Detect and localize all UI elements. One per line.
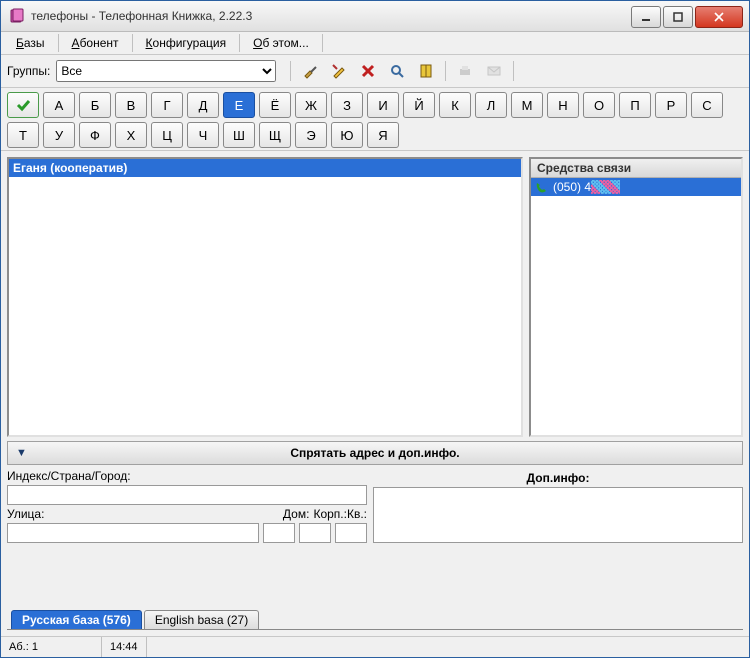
checkmark-button[interactable] (7, 92, 39, 118)
app-window: телефоны - Телефонная Книжка, 2.22.3 Баз… (0, 0, 750, 658)
phone-number: (050) 4 (553, 180, 591, 194)
close-button[interactable] (695, 6, 743, 28)
alpha-btn-М[interactable]: М (511, 92, 543, 118)
street-label: Улица: (7, 507, 279, 521)
alpha-btn-Е[interactable]: Е (223, 92, 255, 118)
korp-kv-label: Корп.:Кв.: (313, 507, 367, 521)
alpha-btn-Ш[interactable]: Ш (223, 122, 255, 148)
menu-bases[interactable]: Базы (7, 33, 54, 53)
alpha-btn-С[interactable]: С (691, 92, 723, 118)
index-label: Индекс/Страна/Город: (7, 469, 367, 483)
print-icon (453, 59, 477, 83)
toolbar-separator (513, 61, 514, 81)
alpha-btn-З[interactable]: З (331, 92, 363, 118)
menu-about[interactable]: Об этом... (244, 33, 318, 53)
contact-row[interactable]: (050) 4▓▓▓▓ (531, 178, 741, 196)
title-bar: телефоны - Телефонная Книжка, 2.22.3 (1, 1, 749, 32)
delete-icon[interactable] (356, 59, 380, 83)
groups-select[interactable]: Все (56, 60, 276, 82)
alpha-btn-П[interactable]: П (619, 92, 651, 118)
contact-header: Средства связи (531, 159, 741, 178)
extra-block: Доп.инфо: (373, 469, 743, 543)
alpha-btn-Ч[interactable]: Ч (187, 122, 219, 148)
menu-separator (322, 34, 323, 52)
alpha-btn-О[interactable]: О (583, 92, 615, 118)
toolbar-separator (445, 61, 446, 81)
alpha-btn-Х[interactable]: Х (115, 122, 147, 148)
menu-separator (132, 34, 133, 52)
alpha-btn-И[interactable]: И (367, 92, 399, 118)
index-input[interactable] (7, 485, 367, 505)
search-icon[interactable] (385, 59, 409, 83)
alpha-btn-Ё[interactable]: Ё (259, 92, 291, 118)
chevron-down-icon: ▼ (16, 447, 27, 459)
tab-russian-base[interactable]: Русская база (576) (11, 610, 142, 629)
app-icon (9, 8, 25, 24)
alpha-btn-Л[interactable]: Л (475, 92, 507, 118)
alpha-btn-У[interactable]: У (43, 122, 75, 148)
contact-pane: Средства связи (050) 4▓▓▓▓ (529, 157, 743, 437)
menu-config[interactable]: Конфигурация (137, 33, 236, 53)
korp-input[interactable] (299, 523, 331, 543)
status-bar: Аб.: 1 14:44 (1, 636, 749, 657)
maximize-button[interactable] (663, 6, 693, 28)
kv-input[interactable] (335, 523, 367, 543)
window-controls (629, 6, 743, 26)
abonent-name: Еганя (кооператив) (13, 161, 127, 175)
toolbar-separator (290, 61, 291, 81)
status-count: Аб.: 1 (1, 637, 102, 657)
phone-masked: ▓▓▓▓ (591, 180, 620, 194)
alpha-btn-Ю[interactable]: Ю (331, 122, 363, 148)
street-label-row: Улица: Дом: Корп.:Кв.: (7, 507, 367, 521)
alpha-btn-Г[interactable]: Г (151, 92, 183, 118)
list-row-selected[interactable]: Еганя (кооператив) (9, 159, 521, 177)
menu-separator (58, 34, 59, 52)
minimize-button[interactable] (631, 6, 661, 28)
alpha-btn-Р[interactable]: Р (655, 92, 687, 118)
envelope-icon (482, 59, 506, 83)
alpha-btn-А[interactable]: А (43, 92, 75, 118)
extra-textarea[interactable] (373, 487, 743, 543)
alpha-btn-Щ[interactable]: Щ (259, 122, 291, 148)
menu-bar: Базы Абонент Конфигурация Об этом... (1, 32, 749, 55)
extra-label: Доп.инфо: (373, 469, 743, 487)
book-icon[interactable] (414, 59, 438, 83)
house-input[interactable] (263, 523, 295, 543)
phone-icon (535, 181, 549, 193)
house-label: Дом: (283, 507, 310, 521)
base-tabs: Русская база (576) English basa (27) (7, 607, 743, 630)
toggle-address-bar[interactable]: ▼ Спрятать адрес и доп.инфо. (7, 441, 743, 465)
address-block: Индекс/Страна/Город: Улица: Дом: Корп.:К… (7, 469, 367, 543)
panes: Еганя (кооператив) Средства связи (050) … (7, 157, 743, 437)
alpha-btn-Н[interactable]: Н (547, 92, 579, 118)
lower-panel: Индекс/Страна/Город: Улица: Дом: Корп.:К… (7, 469, 743, 543)
groups-label: Группы: (7, 64, 50, 78)
alphabet-bar: АБВГДЕЁЖЗИЙКЛМНОПРС ТУФХЦЧШЩЭЮЯ (1, 88, 749, 151)
alpha-btn-К[interactable]: К (439, 92, 471, 118)
brush-icon[interactable] (298, 59, 322, 83)
content-area: Еганя (кооператив) Средства связи (050) … (1, 151, 749, 636)
status-time: 14:44 (102, 637, 147, 657)
window-title: телефоны - Телефонная Книжка, 2.22.3 (31, 9, 629, 23)
alpha-btn-В[interactable]: В (115, 92, 147, 118)
alpha-btn-Й[interactable]: Й (403, 92, 435, 118)
toolbar (288, 59, 516, 83)
abonent-list-pane[interactable]: Еганя (кооператив) (7, 157, 523, 437)
alpha-btn-Ж[interactable]: Ж (295, 92, 327, 118)
menu-abonent[interactable]: Абонент (63, 33, 128, 53)
alpha-btn-Я[interactable]: Я (367, 122, 399, 148)
street-input-row (7, 523, 367, 543)
alpha-btn-Э[interactable]: Э (295, 122, 327, 148)
alpha-btn-Ц[interactable]: Ц (151, 122, 183, 148)
alpha-btn-Б[interactable]: Б (79, 92, 111, 118)
alpha-btn-Т[interactable]: Т (7, 122, 39, 148)
tab-english-base[interactable]: English basa (27) (144, 610, 259, 629)
groups-row: Группы: Все (1, 55, 749, 88)
alpha-btn-Ф[interactable]: Ф (79, 122, 111, 148)
pencil-icon[interactable] (327, 59, 351, 83)
toggle-address-label: Спрятать адрес и доп.инфо. (8, 446, 742, 460)
alpha-btn-Д[interactable]: Д (187, 92, 219, 118)
menu-separator (239, 34, 240, 52)
street-input[interactable] (7, 523, 259, 543)
